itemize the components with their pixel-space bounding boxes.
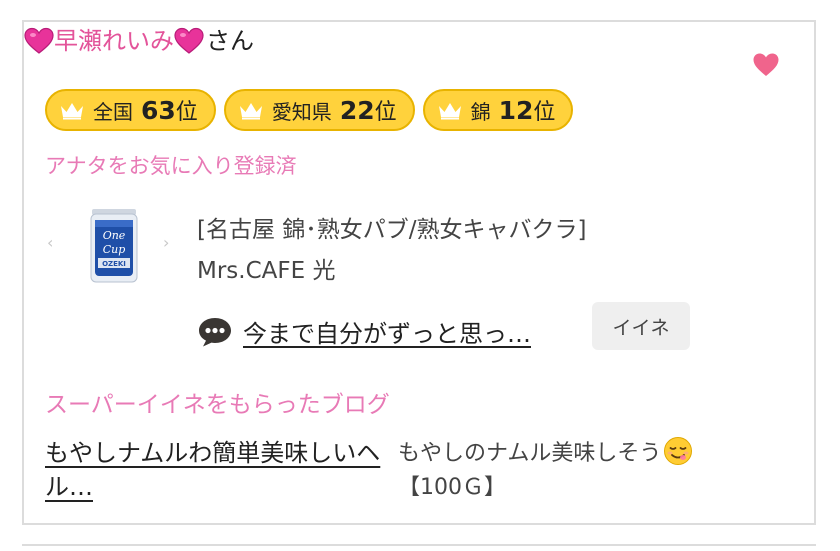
badge-area: 愛知県 — [271, 99, 332, 124]
favorite-heart-icon[interactable] — [752, 52, 780, 78]
badge-rank-suffix: 位 — [175, 100, 198, 125]
crown-icon — [438, 103, 461, 120]
svg-text:Cup: Cup — [103, 243, 126, 256]
user-name-suffix: さん — [206, 27, 254, 55]
carousel-prev-button[interactable]: ‹ — [47, 233, 53, 252]
ranking-badges: 全国 63 位 愛知県 22 位 錦 12 位 — [45, 89, 574, 131]
ranking-badge-national[interactable]: 全国 63 位 — [45, 89, 216, 131]
carousel-next-button[interactable]: › — [163, 233, 169, 252]
next-card-border — [22, 544, 816, 546]
blog-excerpt: もやしのナムル美味しそう 【100Ｇ】 — [398, 436, 758, 505]
badge-area: 全国 — [93, 99, 133, 124]
user-name-row[interactable]: 早瀬れいみ さん — [24, 26, 254, 56]
crown-icon — [61, 103, 83, 120]
super-like-section-title: スーパーイイネをもらったブログ — [45, 392, 390, 418]
favorite-status-text: アナタをお気に入り登録済 — [45, 154, 297, 178]
ranking-badge-district[interactable]: 錦 12 位 — [422, 89, 574, 131]
heart-emoji-icon — [24, 27, 54, 54]
badge-rank-suffix: 位 — [374, 100, 397, 125]
user-name[interactable]: 早瀬れいみ — [54, 26, 174, 56]
comment-bubble-icon — [199, 317, 231, 346]
shop-name[interactable]: Mrs.CAFE 光 — [197, 251, 335, 285]
blog-excerpt-text: もやしのナムル美味しそう — [398, 441, 662, 466]
badge-area: 錦 — [470, 99, 491, 124]
shop-category: [名古屋 錦･熟女パブ/熟女キャバクラ] — [197, 217, 587, 243]
comment-link[interactable]: 今まで自分がずっと思っ… — [243, 314, 531, 349]
blog-title-link[interactable]: もやしナムルわ簡単美味しいヘル… — [45, 436, 385, 504]
crown-icon — [239, 103, 262, 120]
badge-rank: 22 — [339, 95, 375, 125]
blog-excerpt-extra: 【100Ｇ】 — [398, 475, 506, 500]
badge-rank-suffix: 位 — [533, 100, 556, 125]
like-button[interactable]: イイネ — [592, 302, 690, 350]
svg-text:One: One — [103, 229, 126, 242]
badge-rank: 63 — [141, 95, 176, 125]
svg-text:OZEKI: OZEKI — [102, 260, 126, 268]
heart-emoji-icon — [174, 27, 204, 54]
relieved-face-emoji-icon — [664, 437, 693, 465]
shop-thumbnail-image[interactable]: One Cup OZEKI — [88, 206, 140, 286]
ranking-badge-prefecture[interactable]: 愛知県 22 位 — [223, 89, 415, 131]
badge-rank: 12 — [498, 95, 534, 125]
comment-row: 今まで自分がずっと思っ… — [197, 314, 531, 349]
